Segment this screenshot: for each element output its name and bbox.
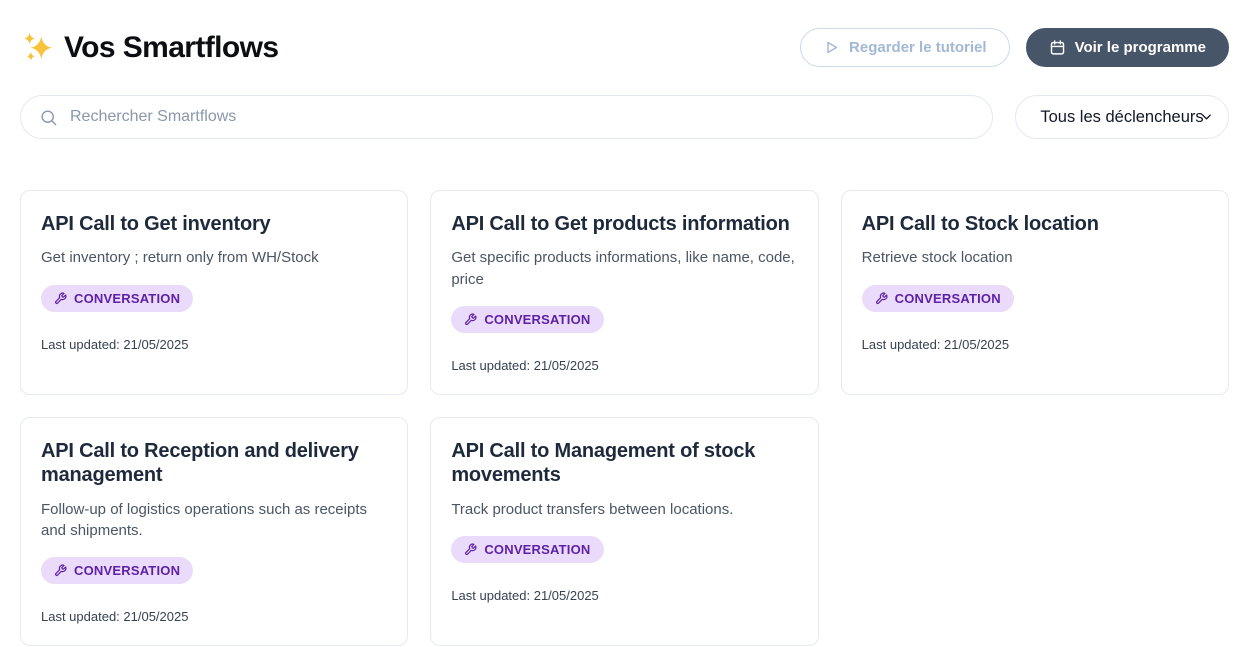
- card-title: API Call to Get inventory: [41, 212, 387, 236]
- card-title: API Call to Management of stock movement…: [451, 439, 797, 488]
- watch-tutorial-label: Regarder le tutoriel: [849, 39, 987, 56]
- page-title: Vos Smartflows: [64, 31, 278, 65]
- wrench-icon: [464, 313, 477, 326]
- badge-label: CONVERSATION: [484, 312, 590, 327]
- card-description: Get inventory ; return only from WH/Stoc…: [41, 247, 387, 268]
- wrench-icon: [464, 543, 477, 556]
- search-icon: [39, 108, 58, 127]
- view-program-label: Voir le programme: [1075, 39, 1206, 56]
- badge-label: CONVERSATION: [74, 563, 180, 578]
- card-description: Retrieve stock location: [862, 247, 1208, 268]
- triggers-dropdown-label: Tous les déclencheurs: [1040, 108, 1203, 127]
- badge-label: CONVERSATION: [895, 291, 1001, 306]
- smartflow-card-reception-delivery[interactable]: API Call to Reception and delivery manag…: [20, 417, 408, 646]
- smartflow-card-products-information[interactable]: API Call to Get products information Get…: [430, 190, 818, 395]
- toolbar: Tous les déclencheurs: [20, 95, 1229, 139]
- smartflow-card-stock-movements[interactable]: API Call to Management of stock movement…: [430, 417, 818, 646]
- title-wrap: Vos Smartflows: [20, 31, 278, 65]
- conversation-badge: CONVERSATION: [862, 285, 1014, 312]
- card-title: API Call to Get products information: [451, 212, 797, 236]
- last-updated: Last updated: 21/05/2025: [862, 337, 1208, 352]
- last-updated: Last updated: 21/05/2025: [41, 337, 387, 352]
- smartflows-grid: API Call to Get inventory Get inventory …: [20, 190, 1229, 646]
- view-program-button[interactable]: Voir le programme: [1026, 28, 1229, 67]
- play-icon: [823, 39, 840, 56]
- smartflow-card-get-inventory[interactable]: API Call to Get inventory Get inventory …: [20, 190, 408, 395]
- wrench-icon: [875, 292, 888, 305]
- last-updated: Last updated: 21/05/2025: [451, 358, 797, 373]
- triggers-dropdown[interactable]: Tous les déclencheurs: [1015, 95, 1229, 139]
- header-actions: Regarder le tutoriel Voir le programme: [800, 28, 1229, 67]
- page-header: Vos Smartflows Regarder le tutoriel Voir…: [20, 28, 1229, 67]
- watch-tutorial-button[interactable]: Regarder le tutoriel: [800, 28, 1010, 67]
- smartflow-card-stock-location[interactable]: API Call to Stock location Retrieve stoc…: [841, 190, 1229, 395]
- badge-label: CONVERSATION: [74, 291, 180, 306]
- card-description: Follow-up of logistics operations such a…: [41, 499, 387, 542]
- conversation-badge: CONVERSATION: [41, 557, 193, 584]
- conversation-badge: CONVERSATION: [451, 536, 603, 563]
- card-title: API Call to Stock location: [862, 212, 1208, 236]
- search-input[interactable]: [70, 108, 974, 126]
- card-title: API Call to Reception and delivery manag…: [41, 439, 387, 488]
- last-updated: Last updated: 21/05/2025: [41, 609, 387, 624]
- smartflows-page: Vos Smartflows Regarder le tutoriel Voir…: [0, 0, 1241, 647]
- last-updated: Last updated: 21/05/2025: [451, 588, 797, 603]
- sparkles-icon: [20, 31, 54, 65]
- chevron-down-icon: [1199, 110, 1214, 125]
- card-description: Get specific products informations, like…: [451, 247, 797, 290]
- badge-label: CONVERSATION: [484, 542, 590, 557]
- conversation-badge: CONVERSATION: [451, 306, 603, 333]
- search-box[interactable]: [20, 95, 993, 139]
- wrench-icon: [54, 564, 67, 577]
- card-description: Track product transfers between location…: [451, 499, 797, 520]
- calendar-icon: [1049, 39, 1066, 56]
- wrench-icon: [54, 292, 67, 305]
- conversation-badge: CONVERSATION: [41, 285, 193, 312]
